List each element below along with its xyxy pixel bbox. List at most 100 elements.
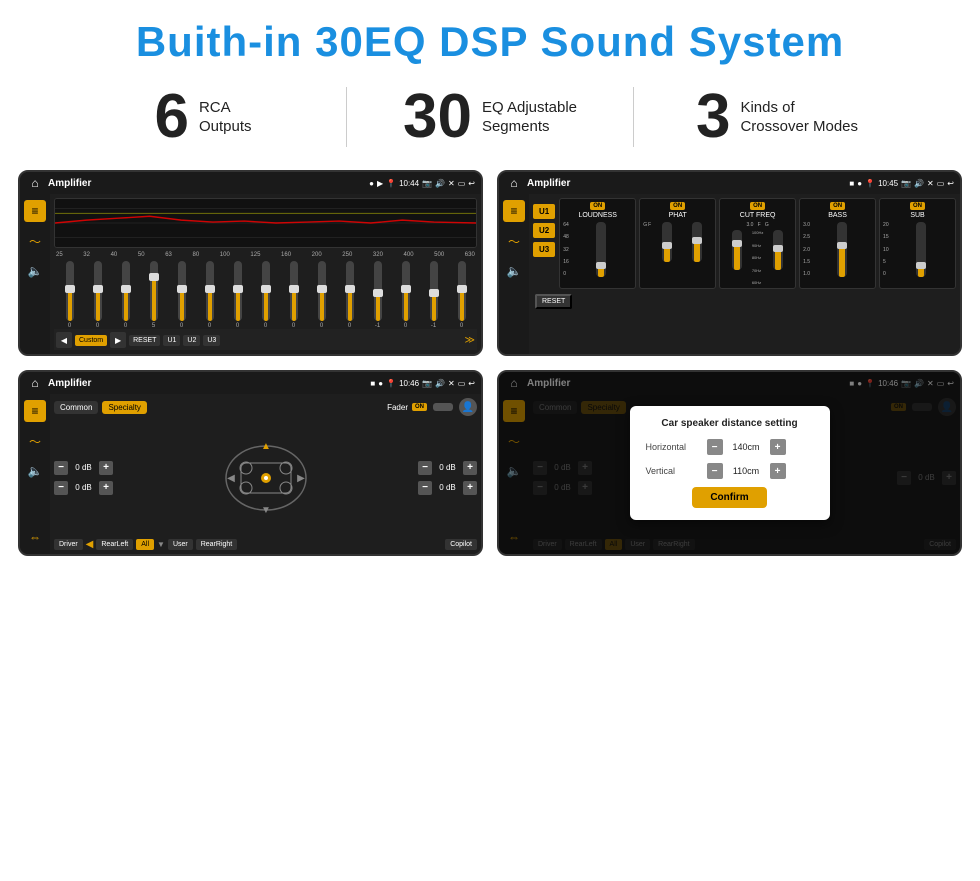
fader-minus-1[interactable]: − (54, 461, 68, 475)
slider-track-10[interactable] (346, 261, 354, 321)
status-bar-1: ⌂ Amplifier ● ▶ 📍 10:44 📷 🔊 ✕ ▭ ↩ (20, 172, 481, 194)
eq-icon-active[interactable]: ≡ (24, 200, 46, 222)
status-icons-1: ● ▶ 📍 10:44 📷 🔊 ✕ ▭ ↩ (369, 179, 475, 188)
phat-slider-1[interactable] (662, 222, 672, 262)
slider-track-9[interactable] (318, 261, 326, 321)
slider-track-2[interactable] (122, 261, 130, 321)
eq-u2-btn[interactable]: U2 (183, 335, 200, 346)
phat-slider-2[interactable] (692, 222, 702, 262)
pin-icon-1: 📍 (386, 179, 396, 188)
eq-custom-btn[interactable]: Custom (75, 335, 107, 346)
loudness-slider[interactable] (596, 222, 606, 277)
eq-u3-btn[interactable]: U3 (203, 335, 220, 346)
fader-minus-2[interactable]: − (54, 481, 68, 495)
rearright-btn[interactable]: RearRight (196, 539, 238, 550)
fader-db-row-3: − 0 dB + (418, 461, 477, 475)
sub-on-badge[interactable]: ON (910, 202, 925, 210)
slider-track-12[interactable] (402, 261, 410, 321)
confirm-button[interactable]: Confirm (692, 487, 766, 508)
slider-track-4[interactable] (178, 261, 186, 321)
fader-minus-4[interactable]: − (418, 481, 432, 495)
eq-reset-btn[interactable]: RESET (129, 335, 160, 346)
rearleft-btn[interactable]: RearLeft (96, 539, 133, 550)
cutfreq-slider-2[interactable] (773, 230, 783, 270)
cutfreq-on-badge[interactable]: ON (750, 202, 765, 210)
eq-slider-0: 0 (56, 261, 83, 329)
slider-track-7[interactable] (262, 261, 270, 321)
slider-track-11[interactable] (374, 261, 382, 321)
fader-plus-2[interactable]: + (99, 481, 113, 495)
dot-icon-3: ● (378, 379, 383, 388)
phat-on-badge[interactable]: ON (670, 202, 685, 210)
wave-icon-1[interactable]: 〜 (24, 230, 46, 252)
eq-u1-btn[interactable]: U1 (163, 335, 180, 346)
horizontal-value: 140cm (729, 442, 764, 452)
u3-button[interactable]: U3 (533, 242, 555, 257)
vertical-plus-btn[interactable]: + (770, 463, 786, 479)
all-btn[interactable]: All (136, 539, 154, 550)
person-icon-3[interactable]: 👤 (459, 398, 477, 416)
back-icon-3: ↩ (468, 379, 475, 388)
svg-text:◀: ◀ (227, 473, 235, 484)
speaker-icon-3[interactable]: 🔈 (24, 460, 46, 482)
sq-icon-2: ■ (849, 179, 854, 188)
horizontal-minus-btn[interactable]: − (707, 439, 723, 455)
fader-plus-4[interactable]: + (463, 481, 477, 495)
eq-icon-active-2[interactable]: ≡ (503, 200, 525, 222)
fader-slider-h[interactable] (433, 403, 453, 411)
eq-play-btn[interactable]: ▶ (110, 332, 126, 348)
slider-track-0[interactable] (66, 261, 74, 321)
tab-common[interactable]: Common (54, 401, 98, 414)
slider-track-8[interactable] (290, 261, 298, 321)
arrows-icon-3[interactable]: ⇔ (24, 526, 46, 548)
side-icons-3: ≡ 〜 🔈 ⇔ (20, 394, 50, 554)
user-btn[interactable]: User (168, 539, 193, 550)
fader-plus-1[interactable]: + (99, 461, 113, 475)
more-btn[interactable]: ≫ (465, 335, 475, 346)
copilot-btn[interactable]: Copilot (445, 539, 477, 550)
time-3: 10:46 (399, 379, 419, 388)
home-icon-2[interactable]: ⌂ (505, 174, 523, 192)
driver-btn[interactable]: Driver (54, 539, 83, 550)
slider-track-13[interactable] (430, 261, 438, 321)
home-icon-1[interactable]: ⌂ (26, 174, 44, 192)
screen-eq: ⌂ Amplifier ● ▶ 📍 10:44 📷 🔊 ✕ ▭ ↩ ≡ 〜 🔈 (18, 170, 483, 356)
sub-labels: 20 15 10 5 0 (883, 222, 889, 277)
cutfreq-slider-1[interactable] (732, 230, 742, 270)
wave-icon-2[interactable]: 〜 (503, 230, 525, 252)
vertical-minus-btn[interactable]: − (707, 463, 723, 479)
slider-track-14[interactable] (458, 261, 466, 321)
loudness-on-badge[interactable]: ON (590, 202, 605, 210)
eq-slider-8: 0 (280, 261, 307, 329)
fader-on-badge[interactable]: ON (412, 403, 427, 411)
amp-reset-btn[interactable]: RESET (535, 294, 572, 309)
bass-on-badge[interactable]: ON (830, 202, 845, 210)
sub-slider[interactable] (916, 222, 926, 277)
eq-icon-active-3[interactable]: ≡ (24, 400, 46, 422)
eq-slider-5: 0 (196, 261, 223, 329)
eq-sliders: 0 0 0 (54, 261, 477, 329)
slider-track-1[interactable] (94, 261, 102, 321)
vol-icon-1: 🔊 (435, 179, 445, 188)
pin-icon-2: 📍 (865, 179, 875, 188)
freq-500: 500 (434, 252, 444, 258)
tab-specialty[interactable]: Specialty (102, 401, 146, 414)
bass-labels: 3.0 2.5 2.0 1.5 1.0 (803, 222, 810, 277)
rect-icon-3: ▭ (458, 379, 466, 388)
fader-minus-3[interactable]: − (418, 461, 432, 475)
u2-button[interactable]: U2 (533, 223, 555, 238)
horizontal-plus-btn[interactable]: + (770, 439, 786, 455)
eq-prev-btn[interactable]: ◀ (56, 332, 72, 348)
cam-icon-3: 📷 (422, 379, 432, 388)
speaker-icon-2[interactable]: 🔈 (503, 260, 525, 282)
home-icon-3[interactable]: ⌂ (26, 374, 44, 392)
speaker-icon-1[interactable]: 🔈 (24, 260, 46, 282)
wave-icon-3[interactable]: 〜 (24, 430, 46, 452)
bass-slider[interactable] (837, 222, 847, 277)
slider-track-6[interactable] (234, 261, 242, 321)
fader-plus-3[interactable]: + (463, 461, 477, 475)
svg-text:▶: ▶ (297, 473, 305, 484)
slider-track-5[interactable] (206, 261, 214, 321)
u1-button[interactable]: U1 (533, 204, 555, 219)
slider-track-3[interactable] (150, 261, 158, 321)
